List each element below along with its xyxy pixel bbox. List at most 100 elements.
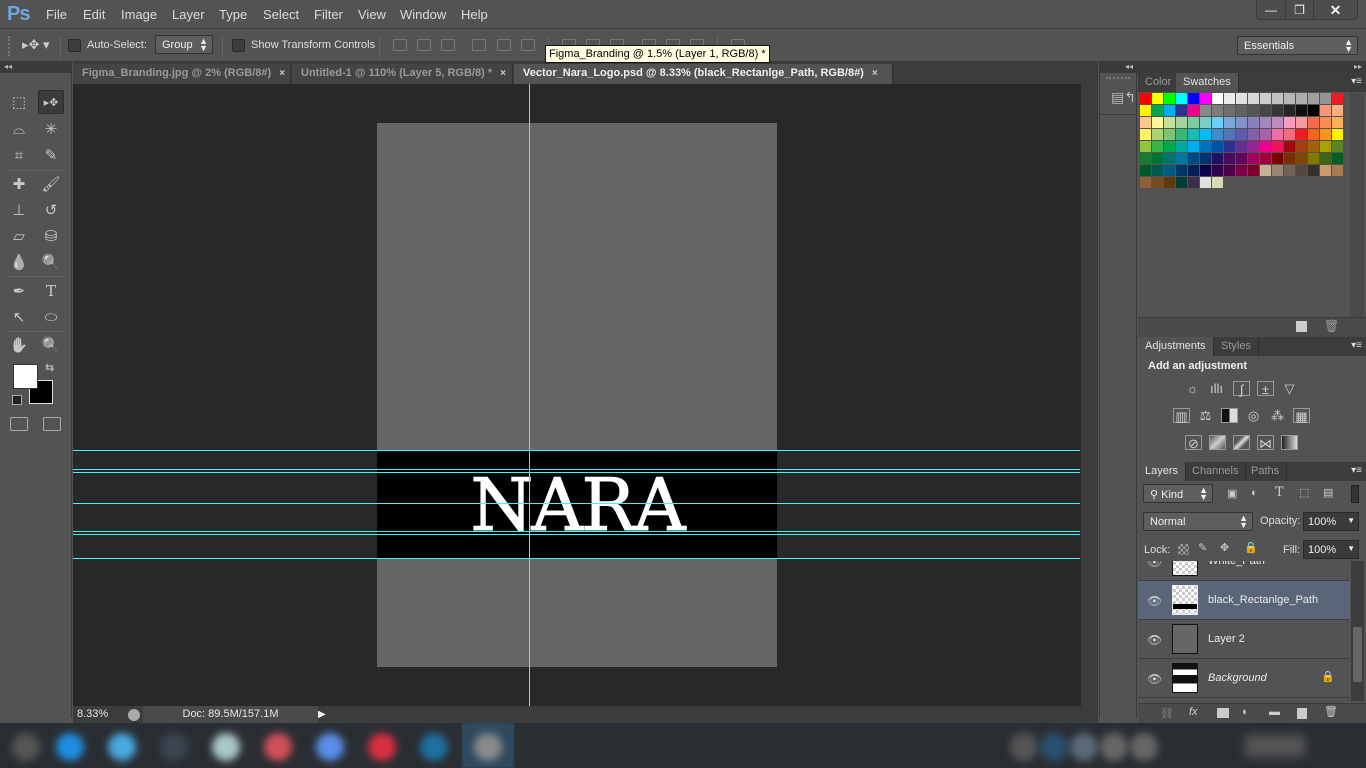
- swatch[interactable]: [1272, 141, 1283, 152]
- guide-horizontal[interactable]: [73, 450, 1080, 451]
- spot-healing-brush-tool[interactable]: ✚: [6, 172, 32, 196]
- filter-smart-object-icon[interactable]: ▤: [1323, 486, 1333, 499]
- move-tool-preset-icon[interactable]: ▸✥ ▾: [22, 37, 50, 53]
- paint-bucket-tool[interactable]: ⛁: [38, 224, 64, 248]
- swatch[interactable]: [1320, 93, 1331, 104]
- swatch[interactable]: [1140, 153, 1151, 164]
- swatch[interactable]: [1224, 153, 1235, 164]
- filter-toggle[interactable]: [1351, 485, 1359, 503]
- swatch[interactable]: [1320, 117, 1331, 128]
- swatch[interactable]: [1296, 105, 1307, 116]
- swatch[interactable]: [1260, 105, 1271, 116]
- tray-icon[interactable]: [1010, 733, 1038, 761]
- scrollbar-thumb[interactable]: [1353, 627, 1362, 682]
- swatch[interactable]: [1272, 153, 1283, 164]
- menu-layer[interactable]: Layer: [172, 7, 205, 22]
- crop-tool[interactable]: ⌗: [6, 143, 32, 167]
- align-left-edges-icon[interactable]: [472, 39, 486, 51]
- status-menu-arrow-icon[interactable]: ▶: [318, 709, 326, 720]
- swatch[interactable]: [1188, 177, 1199, 188]
- swatch[interactable]: [1236, 129, 1247, 140]
- swatch[interactable]: [1164, 117, 1175, 128]
- menu-window[interactable]: Window: [400, 7, 446, 22]
- magic-wand-tool[interactable]: ✳: [38, 117, 64, 141]
- taskbar-app-icon[interactable]: [316, 733, 344, 761]
- swatch[interactable]: [1296, 153, 1307, 164]
- swatch[interactable]: [1152, 177, 1163, 188]
- swatch[interactable]: [1248, 129, 1259, 140]
- options-grip[interactable]: [8, 36, 12, 56]
- guide-horizontal[interactable]: [73, 503, 1080, 504]
- panel-menu-icon[interactable]: ▾≡: [1351, 465, 1362, 476]
- swatch[interactable]: [1236, 117, 1247, 128]
- swatch[interactable]: [1248, 165, 1259, 176]
- close-button[interactable]: ✕: [1313, 0, 1357, 20]
- swatch[interactable]: [1320, 165, 1331, 176]
- new-adjustment-layer-icon[interactable]: ◐: [1242, 706, 1249, 718]
- tab-color[interactable]: Color: [1138, 73, 1180, 92]
- swatch[interactable]: [1272, 117, 1283, 128]
- filter-adjustment-icon[interactable]: ◐: [1251, 487, 1258, 499]
- link-layers-icon[interactable]: ⛓: [1160, 707, 1174, 720]
- eraser-tool[interactable]: ▱: [6, 224, 32, 248]
- visibility-eye-icon[interactable]: 👁: [1147, 672, 1162, 686]
- swatch[interactable]: [1284, 117, 1295, 128]
- lock-position-icon[interactable]: ✥: [1220, 541, 1229, 554]
- swatch[interactable]: [1224, 117, 1235, 128]
- swatch[interactable]: [1296, 165, 1307, 176]
- path-selection-tool[interactable]: ↖: [6, 305, 32, 329]
- photo-filter-icon[interactable]: ◎: [1245, 408, 1262, 423]
- guide-horizontal[interactable]: [73, 472, 1080, 473]
- ellipse-tool[interactable]: ⬭: [38, 305, 64, 329]
- swatch[interactable]: [1152, 93, 1163, 104]
- taskbar-app-icon[interactable]: [368, 733, 396, 761]
- selective-color-icon[interactable]: ⋈: [1257, 435, 1274, 451]
- swatches-scrollbar[interactable]: [1350, 93, 1364, 318]
- swatch[interactable]: [1176, 153, 1187, 164]
- color-lookup-icon[interactable]: ▦: [1293, 408, 1310, 424]
- swatch[interactable]: [1332, 165, 1343, 176]
- swatch[interactable]: [1236, 105, 1247, 116]
- swap-colors-icon[interactable]: ⇆: [45, 361, 54, 374]
- status-share-icon[interactable]: [128, 709, 140, 721]
- swatch[interactable]: [1212, 117, 1223, 128]
- dock-grip[interactable]: [1106, 77, 1130, 79]
- taskbar-app-icon[interactable]: [420, 733, 448, 761]
- swatch[interactable]: [1188, 153, 1199, 164]
- auto-select-target-dropdown[interactable]: Group ▲ ▼: [155, 35, 213, 54]
- swatch[interactable]: [1332, 105, 1343, 116]
- tray-icon[interactable]: [1130, 733, 1158, 761]
- guide-horizontal[interactable]: [73, 531, 1080, 532]
- swatch[interactable]: [1140, 177, 1151, 188]
- swatch[interactable]: [1296, 129, 1307, 140]
- swatch[interactable]: [1272, 105, 1283, 116]
- swatch[interactable]: [1152, 153, 1163, 164]
- lock-transparent-pixels-icon[interactable]: [1178, 544, 1189, 555]
- panel-menu-icon[interactable]: ▾≡: [1351, 340, 1362, 351]
- swatch[interactable]: [1188, 165, 1199, 176]
- swatch[interactable]: [1164, 165, 1175, 176]
- taskbar-app-icon[interactable]: [160, 733, 188, 761]
- swatch[interactable]: [1140, 117, 1151, 128]
- polygonal-lasso-tool[interactable]: ⌓: [6, 117, 32, 141]
- swatch[interactable]: [1272, 93, 1283, 104]
- layer-row[interactable]: 👁 Layer 2: [1138, 620, 1350, 659]
- layers-scrollbar[interactable]: [1351, 561, 1364, 701]
- swatch[interactable]: [1284, 153, 1295, 164]
- tab-channels[interactable]: Channels: [1185, 462, 1247, 481]
- swatch[interactable]: [1140, 105, 1151, 116]
- menu-filter[interactable]: Filter: [314, 7, 343, 22]
- swatch[interactable]: [1176, 93, 1187, 104]
- swatch[interactable]: [1332, 93, 1343, 104]
- menu-file[interactable]: File: [46, 7, 67, 22]
- filter-pixel-icon[interactable]: ▣: [1227, 487, 1237, 500]
- swatch[interactable]: [1308, 141, 1319, 152]
- layer-style-fx-icon[interactable]: fx: [1189, 706, 1198, 718]
- swatch[interactable]: [1188, 141, 1199, 152]
- menu-view[interactable]: View: [358, 7, 386, 22]
- swatch[interactable]: [1284, 141, 1295, 152]
- close-tab-icon[interactable]: ×: [500, 68, 506, 79]
- swatch[interactable]: [1212, 129, 1223, 140]
- channel-mixer-icon[interactable]: ⁂: [1269, 408, 1286, 423]
- swatch[interactable]: [1212, 177, 1223, 188]
